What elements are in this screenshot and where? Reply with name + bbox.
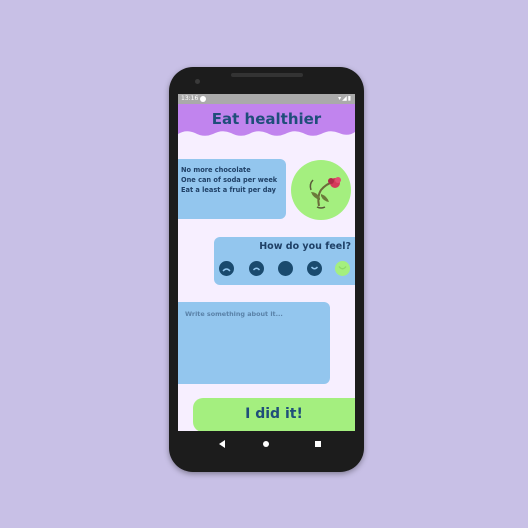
mood-card: How do you feel? <box>214 237 355 285</box>
status-notification-icon <box>200 96 206 102</box>
wilted-flower-image <box>291 160 351 220</box>
goals-card: No more chocolate One can of soda per we… <box>178 159 286 219</box>
mood-question: How do you feel? <box>259 241 351 252</box>
wilted-flower-icon <box>309 177 341 209</box>
status-icons: ▾◢▮ <box>338 95 352 102</box>
status-time: 13:16 <box>181 95 199 102</box>
app-screen: 13:16 ▾◢▮ Eat healthier No more chocolat… <box>178 94 355 431</box>
happy-mood-icon[interactable] <box>307 261 322 276</box>
page-title: Eat healthier <box>211 110 322 128</box>
phone-frame: 13:16 ▾◢▮ Eat healthier No more chocolat… <box>169 67 364 472</box>
neutral-mood-icon[interactable] <box>278 261 293 276</box>
home-icon[interactable] <box>263 441 269 447</box>
goal-item: No more chocolate <box>181 166 251 174</box>
very-happy-mood-icon[interactable] <box>335 261 350 276</box>
sad-mood-icon[interactable] <box>249 261 264 276</box>
goal-item: One can of soda per week <box>181 176 278 184</box>
front-camera <box>195 79 200 84</box>
note-textarea[interactable]: Write something about it... <box>178 302 330 384</box>
navigation-bar <box>178 431 355 457</box>
back-icon[interactable] <box>219 440 225 448</box>
status-bar: 13:16 ▾◢▮ <box>178 94 355 104</box>
i-did-it-button[interactable]: I did it! <box>193 398 355 431</box>
recents-icon[interactable] <box>315 441 321 447</box>
note-placeholder: Write something about it... <box>185 310 283 318</box>
very-sad-mood-icon[interactable] <box>219 261 234 276</box>
goal-item: Eat a least a fruit per day <box>181 186 276 194</box>
speaker-grille <box>231 73 303 77</box>
